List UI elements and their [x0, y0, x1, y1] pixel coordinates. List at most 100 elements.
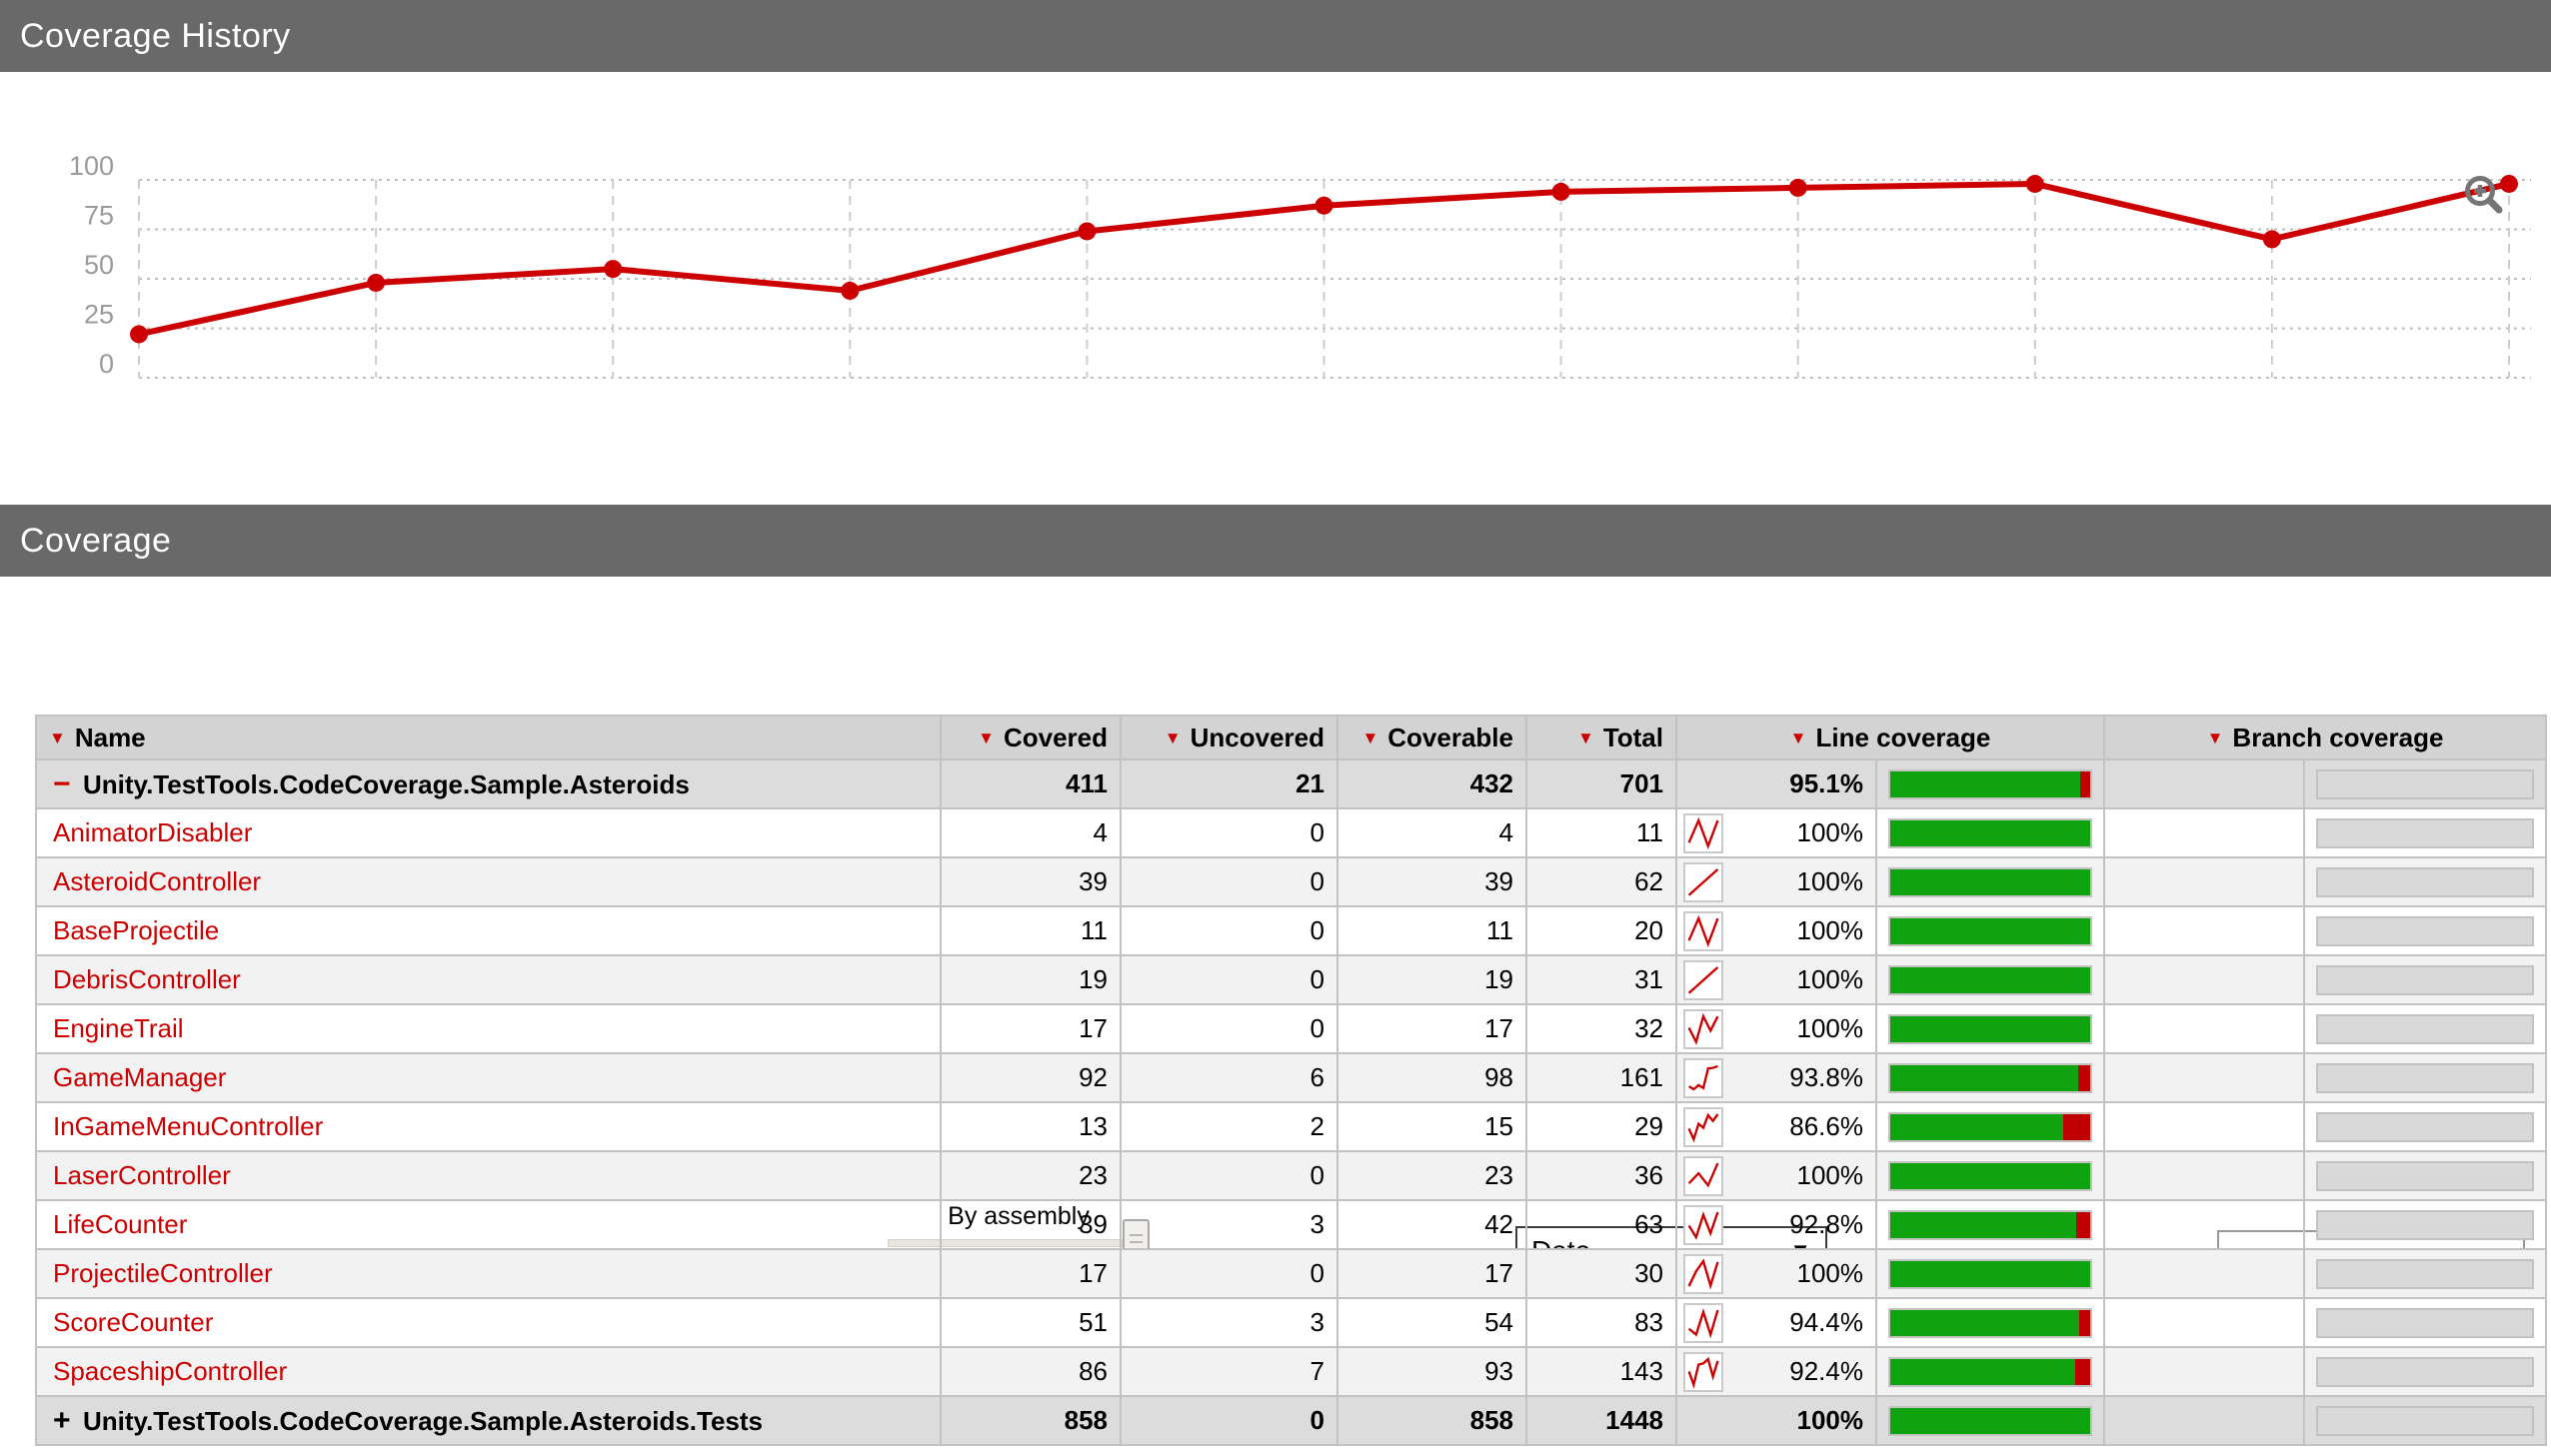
column-header-line-coverage[interactable]: ▼ Line coverage	[1675, 715, 2105, 760]
class-name-link[interactable]: DebrisController	[53, 964, 241, 994]
class-row: DebrisController 19 0 19 31 100%	[35, 954, 2547, 1005]
sort-caret-icon: ▼	[978, 728, 995, 747]
class-name-link[interactable]: ScoreCounter	[53, 1307, 213, 1337]
class-name-link[interactable]: EngineTrail	[53, 1013, 184, 1043]
class-name-link[interactable]: GameManager	[53, 1062, 226, 1092]
covered-cell: 858	[940, 1395, 1122, 1446]
history-data-point	[1551, 182, 1570, 201]
branch-coverage-percent	[2103, 954, 2305, 1005]
class-name-link[interactable]: LaserController	[53, 1160, 231, 1190]
total-cell: 63	[1525, 1199, 1677, 1250]
history-data-point	[1314, 196, 1333, 215]
line-coverage-history-sparkline[interactable]	[1683, 1057, 1723, 1098]
line-coverage-history-sparkline[interactable]	[1683, 812, 1723, 853]
class-row: AnimatorDisabler 4 0 4 11 100%	[35, 807, 2547, 858]
class-row: GameManager 92 6 98 161 93.8%	[35, 1052, 2547, 1103]
class-name-link[interactable]: AnimatorDisabler	[53, 817, 252, 847]
column-header-total[interactable]: ▼ Total	[1525, 715, 1677, 760]
covered-cell: 17	[940, 1248, 1122, 1299]
sort-caret-icon: ▼	[1789, 728, 1807, 747]
uncovered-cell: 0	[1120, 905, 1338, 956]
branch-coverage-bar	[2316, 1307, 2534, 1338]
branch-coverage-percent	[2103, 1297, 2305, 1348]
line-coverage-history-sparkline[interactable]	[1683, 1302, 1723, 1343]
coverable-cell: 432	[1336, 758, 1527, 809]
class-name-link[interactable]: LifeCounter	[53, 1209, 187, 1239]
line-coverage-bar	[1888, 1405, 2092, 1436]
history-data-point	[130, 325, 148, 344]
branch-coverage-bar	[2316, 915, 2534, 946]
line-coverage-bar	[1888, 817, 2092, 848]
column-header-branch-coverage[interactable]: ▼ Branch coverage	[2103, 715, 2547, 760]
history-section-title: Coverage History	[20, 16, 291, 55]
total-cell: 31	[1525, 954, 1677, 1005]
magnifier-plus-icon[interactable]	[2461, 172, 2509, 220]
branch-coverage-percent	[2103, 1346, 2305, 1397]
uncovered-cell: 3	[1120, 1297, 1338, 1348]
uncovered-cell: 0	[1120, 856, 1338, 907]
total-cell: 11	[1525, 807, 1677, 858]
line-coverage-history-sparkline[interactable]	[1683, 959, 1723, 1000]
collapse-assembly-icon[interactable]: −	[53, 767, 83, 801]
line-coverage-percent: 100%	[1796, 1013, 1864, 1043]
class-name-link[interactable]: ProjectileController	[53, 1258, 273, 1288]
coverage-table-wrap: ▼ Name ▼ Covered ▼ Uncovered ▼ Coverable ▼ Total ▼…	[35, 715, 2547, 1446]
branch-coverage-percent	[2103, 1052, 2305, 1103]
class-row: LifeCounter 39 3 42 63 92.8%	[35, 1199, 2547, 1250]
line-coverage-bar	[1888, 866, 2092, 897]
coverable-cell: 54	[1336, 1297, 1527, 1348]
line-coverage-history-sparkline[interactable]	[1683, 1351, 1723, 1392]
coverable-cell: 19	[1336, 954, 1527, 1005]
line-coverage-percent: 94.4%	[1789, 1307, 1863, 1337]
coverage-report-page: Coverage History 0255075100 Coverage Col…	[0, 0, 2551, 1456]
column-header-name[interactable]: ▼ Name	[35, 715, 942, 760]
total-cell: 1448	[1525, 1395, 1677, 1446]
expand-assembly-icon[interactable]: +	[53, 1404, 83, 1438]
column-header-label: Name	[74, 722, 146, 752]
class-name-link[interactable]: InGameMenuController	[53, 1111, 323, 1141]
total-cell: 20	[1525, 905, 1677, 956]
line-coverage-history-sparkline[interactable]	[1683, 1204, 1723, 1245]
coverable-cell: 17	[1336, 1248, 1527, 1299]
coverable-cell: 4	[1336, 807, 1527, 858]
column-header-coverable[interactable]: ▼ Coverable	[1336, 715, 1527, 760]
class-name-link[interactable]: SpaceshipController	[53, 1356, 287, 1386]
branch-coverage-bar	[2316, 1013, 2534, 1044]
column-header-label: Total	[1602, 722, 1663, 752]
line-coverage-history-sparkline[interactable]	[1683, 910, 1723, 951]
line-coverage-history-sparkline[interactable]	[1683, 1253, 1723, 1294]
column-header-covered[interactable]: ▼ Covered	[940, 715, 1122, 760]
line-coverage-history-sparkline[interactable]	[1683, 1008, 1723, 1049]
branch-coverage-percent	[2103, 1003, 2305, 1054]
line-coverage-bar	[1888, 1062, 2092, 1093]
class-row: ScoreCounter 51 3 54 83 94.4%	[35, 1297, 2547, 1348]
line-coverage-history-sparkline[interactable]	[1683, 1106, 1723, 1147]
covered-cell: 411	[940, 758, 1122, 809]
column-header-label: Uncovered	[1190, 722, 1324, 752]
class-row: LaserController 23 0 23 36 100%	[35, 1150, 2547, 1201]
branch-coverage-percent	[2103, 905, 2305, 956]
assembly-name: Unity.TestTools.CodeCoverage.Sample.Aste…	[83, 768, 690, 799]
history-data-point	[367, 273, 386, 292]
column-header-label: Branch coverage	[2232, 722, 2444, 752]
line-coverage-percent: 100%	[1796, 866, 1864, 896]
class-name-link[interactable]: BaseProjectile	[53, 915, 219, 945]
column-header-uncovered[interactable]: ▼ Uncovered	[1120, 715, 1338, 760]
branch-coverage-bar	[2316, 1258, 2534, 1289]
line-coverage-bar	[1888, 768, 2092, 799]
total-cell: 701	[1525, 758, 1677, 809]
branch-coverage-bar	[2316, 768, 2534, 799]
line-coverage-history-sparkline[interactable]	[1683, 861, 1723, 902]
line-coverage-bar	[1888, 1013, 2092, 1044]
total-cell: 83	[1525, 1297, 1677, 1348]
line-coverage-history-sparkline[interactable]	[1683, 1155, 1723, 1196]
class-name-link[interactable]: AsteroidController	[53, 866, 261, 896]
line-coverage-bar	[1888, 1111, 2092, 1142]
uncovered-cell: 2	[1120, 1101, 1338, 1152]
coverable-cell: 23	[1336, 1150, 1527, 1201]
column-header-label: Coverable	[1387, 722, 1513, 752]
class-row: EngineTrail 17 0 17 32 100%	[35, 1003, 2547, 1054]
branch-coverage-bar	[2316, 866, 2534, 897]
sort-caret-icon: ▼	[1164, 728, 1182, 747]
covered-cell: 92	[940, 1052, 1122, 1103]
